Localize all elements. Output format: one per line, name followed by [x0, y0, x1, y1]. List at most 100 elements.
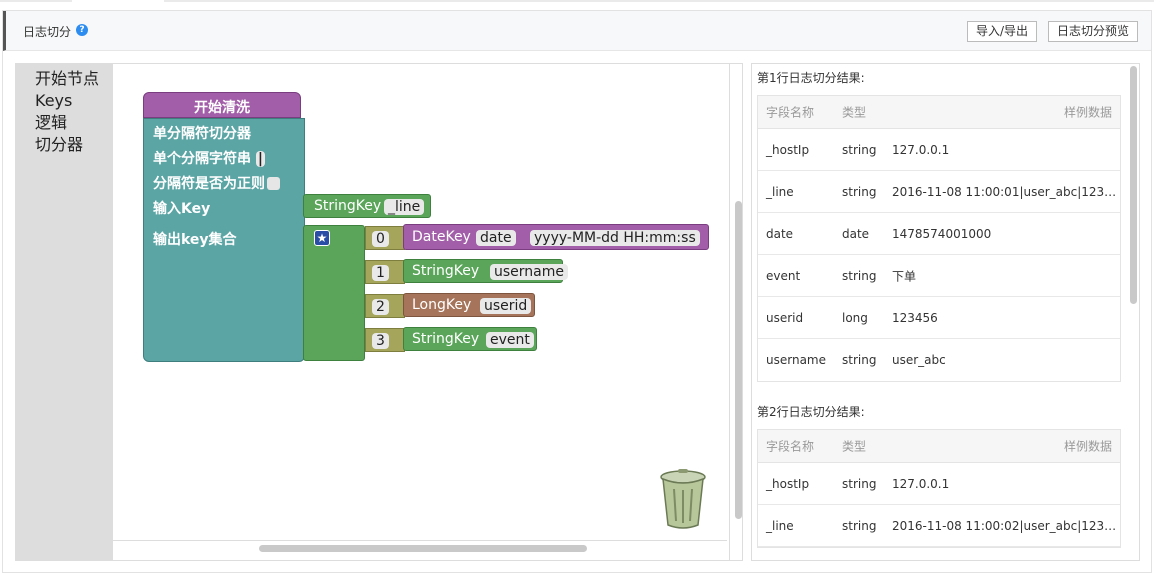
- list-index-block[interactable]: 2: [365, 294, 405, 318]
- panel-header: 日志切分 ? 导入/导出 日志切分预览: [3, 11, 1151, 51]
- star-icon[interactable]: ★: [314, 230, 330, 246]
- col-sample: 样例数据: [1063, 105, 1112, 120]
- toolbox-item-start-node[interactable]: 开始节点: [16, 68, 113, 90]
- cell-type: string: [842, 268, 877, 283]
- cell-field: _line: [766, 518, 794, 533]
- vertical-scrollbar[interactable]: [735, 201, 742, 519]
- start-block-label: 开始清洗: [194, 100, 250, 116]
- active-tab-indicator[interactable]: [72, 0, 164, 2]
- panel-title: 日志切分: [23, 25, 72, 39]
- cell-sample: 123456: [892, 310, 938, 325]
- col-type: 类型: [842, 105, 867, 120]
- table-row: username string user_abc: [758, 339, 1120, 381]
- input-key-label: 输入Key: [153, 201, 211, 217]
- table-header: 字段名称 类型 样例数据: [758, 96, 1120, 129]
- date-format-field[interactable]: yyyy-MM-dd HH:mm:ss: [530, 230, 700, 246]
- separator-label: 单个分隔字符串 |: [153, 151, 265, 167]
- cell-field: date: [766, 226, 794, 241]
- cell-type: string: [842, 518, 877, 533]
- toolbox: 开始节点 Keys 逻辑 切分器: [16, 64, 113, 560]
- input-key-name[interactable]: _line: [384, 199, 425, 215]
- cell-sample: user_abc: [892, 353, 946, 367]
- cell-field: event: [766, 268, 801, 283]
- cell-field: _line: [766, 184, 794, 199]
- output-keys-label: 输出key集合: [153, 232, 237, 248]
- log-split-preview-button[interactable]: 日志切分预览: [1048, 21, 1139, 42]
- cell-field: _hostIp: [766, 476, 810, 491]
- block-workspace[interactable]: 开始节点 Keys 逻辑 切分器 开始清洗 单分隔符切分器 单个分隔字符串 | …: [15, 63, 743, 561]
- log-split-panel: 日志切分 ? 导入/导出 日志切分预览 开始节点 Keys 逻辑 切分器 开始清…: [2, 10, 1152, 573]
- col-field-name: 字段名称: [766, 439, 815, 454]
- col-type: 类型: [842, 439, 867, 454]
- key-type: StringKey: [412, 331, 480, 347]
- cell-type: string: [842, 184, 877, 199]
- list-index: 0: [372, 231, 389, 247]
- toolbox-item-splitter[interactable]: 切分器: [16, 134, 113, 156]
- cell-sample: 2016-11-08 11:00:02|user_abc|123…: [892, 518, 1117, 533]
- result-table-1: 字段名称 类型 样例数据 _hostIp string 127.0.0.1 _l…: [757, 95, 1121, 382]
- top-strip: [0, 0, 1154, 2]
- result-vertical-scrollbar[interactable]: [1130, 66, 1137, 304]
- list-index-block[interactable]: 3: [365, 328, 405, 352]
- cell-type: long: [842, 310, 868, 325]
- list-index-block[interactable]: 1: [365, 260, 405, 284]
- key-list-block[interactable]: ★: [303, 225, 365, 361]
- key-name[interactable]: userid: [480, 298, 532, 314]
- result-title-1: 第1行日志切分结果:: [757, 71, 865, 85]
- table-row: event string 下单: [758, 255, 1120, 297]
- list-index: 2: [372, 299, 389, 315]
- splitter-title: 单分隔符切分器: [153, 126, 251, 142]
- key-name[interactable]: event: [486, 332, 534, 348]
- cell-field: _hostIp: [766, 142, 810, 157]
- horizontal-scrollbar[interactable]: [259, 545, 587, 552]
- cell-type: string: [842, 476, 877, 491]
- result-table-2: 字段名称 类型 样例数据 _hostIp string 127.0.0.1 _l…: [757, 429, 1121, 548]
- cell-sample: 1478574001000: [892, 226, 992, 241]
- cell-field: username: [766, 353, 826, 367]
- horizontal-scroll-track: [113, 540, 727, 541]
- splitter-block[interactable]: 单分隔符切分器 单个分隔字符串 | 分隔符是否为正则 输入Key 输出key集合: [143, 118, 305, 362]
- col-sample: 样例数据: [1063, 439, 1112, 454]
- input-key-type: StringKey: [314, 198, 382, 214]
- separator-field[interactable]: |: [255, 151, 265, 167]
- cell-sample: 127.0.0.1: [892, 476, 950, 491]
- key-type: LongKey: [412, 297, 472, 313]
- key-name[interactable]: username: [490, 264, 568, 280]
- table-row: _line string 2016-11-08 11:00:01|user_ab…: [758, 171, 1120, 213]
- cell-type: string: [842, 353, 877, 367]
- table-row: date date 1478574001000: [758, 213, 1120, 255]
- start-block[interactable]: 开始清洗: [143, 92, 301, 118]
- block-canvas[interactable]: 开始清洗 单分隔符切分器 单个分隔字符串 | 分隔符是否为正则 输入Key 输出…: [113, 64, 742, 560]
- table-header: 字段名称 类型 样例数据: [758, 430, 1120, 463]
- cell-type: string: [842, 142, 877, 157]
- regex-checkbox[interactable]: [267, 177, 280, 190]
- key-name[interactable]: date: [476, 230, 516, 246]
- question-icon[interactable]: ?: [76, 24, 88, 36]
- cell-sample: 2016-11-08 11:00:01|user_abc|123…: [892, 184, 1117, 199]
- import-export-button[interactable]: 导入/导出: [967, 21, 1038, 42]
- toolbox-item-logic[interactable]: 逻辑: [16, 112, 113, 134]
- list-index: 3: [372, 333, 389, 349]
- list-index-block[interactable]: 0: [365, 226, 405, 250]
- regex-label: 分隔符是否为正则: [153, 173, 280, 193]
- datekey-block[interactable]: DateKey date yyyy-MM-dd HH:mm:ss: [403, 224, 709, 250]
- key-type: StringKey: [412, 263, 480, 279]
- table-row: userid long 123456: [758, 297, 1120, 339]
- table-row: _hostIp string 127.0.0.1: [758, 463, 1120, 505]
- table-row: _line string 2016-11-08 11:00:02|user_ab…: [758, 505, 1120, 547]
- input-stringkey-block[interactable]: StringKey _line: [303, 194, 431, 218]
- stringkey-block[interactable]: StringKey username: [403, 259, 568, 283]
- cell-field: userid: [766, 310, 804, 325]
- longkey-block[interactable]: LongKey userid: [403, 293, 535, 317]
- trash-icon[interactable]: [660, 469, 706, 529]
- key-type: DateKey: [412, 229, 471, 245]
- result-title-2: 第2行日志切分结果:: [757, 405, 865, 419]
- cell-sample: 下单: [892, 269, 917, 283]
- list-index: 1: [372, 265, 389, 281]
- toolbox-item-keys[interactable]: Keys: [16, 90, 113, 112]
- stringkey-block[interactable]: StringKey event: [403, 327, 537, 351]
- cell-sample: 127.0.0.1: [892, 142, 950, 157]
- split-result-panel: 第1行日志切分结果: 字段名称 类型 样例数据 _hostIp string 1…: [751, 63, 1140, 561]
- vertical-scroll-track: [729, 64, 730, 560]
- cell-type: date: [842, 226, 870, 241]
